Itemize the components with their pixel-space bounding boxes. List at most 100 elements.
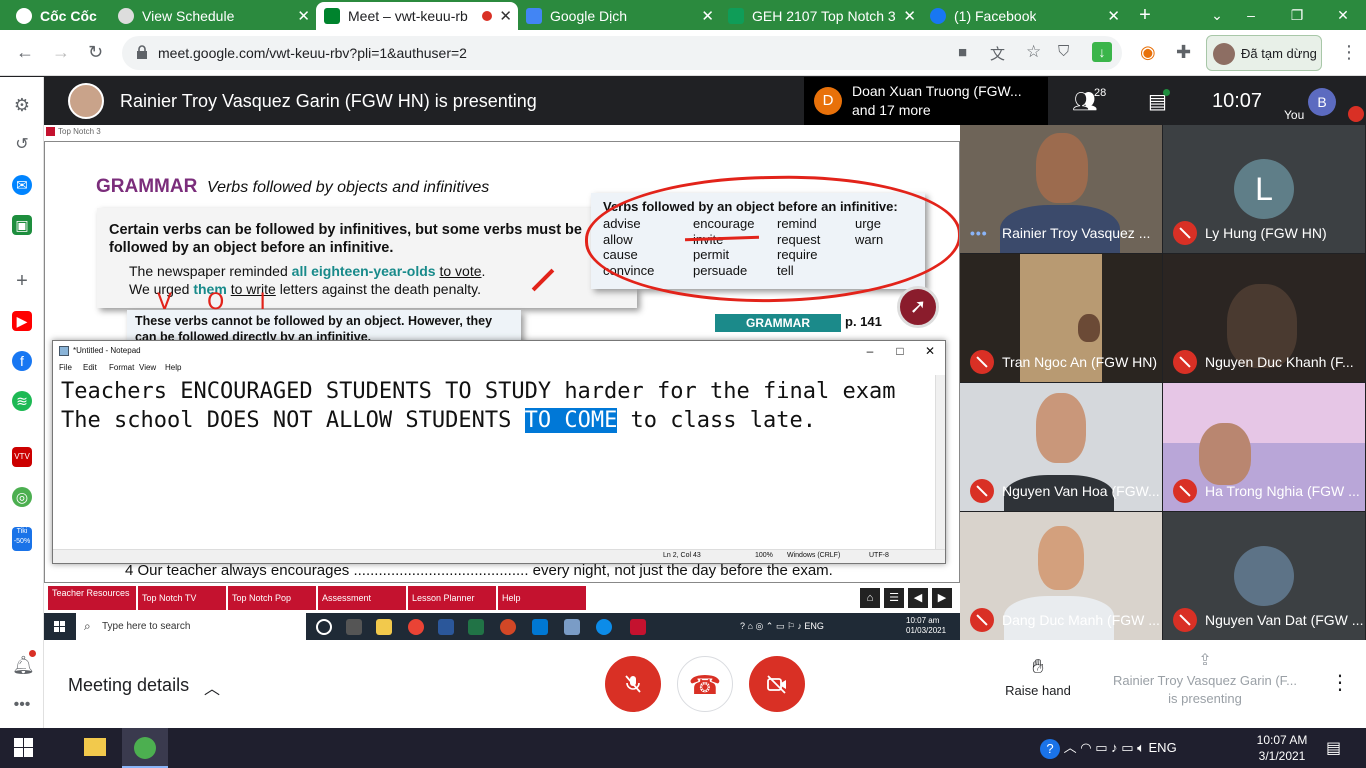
next-icon[interactable]: ▶ (932, 588, 952, 608)
camera-icon[interactable]: ■ (958, 44, 967, 61)
prev-icon[interactable]: ◀ (908, 588, 928, 608)
messenger-icon[interactable]: ✉ (12, 175, 32, 195)
profile-button[interactable]: Đã tạm dừng (1206, 35, 1322, 71)
add-icon[interactable]: + (12, 271, 32, 291)
close-icon[interactable]: ✕ (903, 7, 916, 25)
shield-icon[interactable]: ⛉ (1058, 43, 1069, 60)
notepad-text-area[interactable]: Teachers ENCOURAGED STUDENTS TO STUDY ha… (61, 377, 931, 435)
participant-tile[interactable]: Nguyen Van Hoa (FGW... (960, 383, 1162, 511)
minimize-button[interactable]: – (855, 341, 885, 361)
more-options-icon[interactable]: ••• (970, 225, 988, 241)
menu-edit[interactable]: Edit (83, 363, 97, 372)
facebook-icon[interactable]: f (12, 351, 32, 371)
bookmark-star-icon[interactable]: ☆ (1026, 42, 1041, 62)
menu-help[interactable]: Help (165, 363, 181, 372)
participant-tile[interactable]: Ha Trong Nghia (FGW ... (1163, 383, 1365, 511)
participant-tile[interactable]: Nguyen Duc Khanh (F... (1163, 254, 1365, 382)
mic-toggle-button[interactable] (605, 656, 661, 712)
lesson-planner-button[interactable]: Lesson Planner (408, 586, 496, 610)
maximize-button[interactable]: □ (885, 341, 915, 361)
close-icon[interactable]: ✕ (1107, 7, 1120, 25)
present-button[interactable]: ⇪ Rainier Troy Vasquez Garin (F... is pr… (1110, 652, 1300, 708)
game-icon[interactable]: ▣ (12, 215, 32, 235)
forward-icon[interactable]: → (52, 42, 70, 63)
mail-icon[interactable] (532, 619, 548, 635)
extensions-puzzle-icon[interactable]: ✚ (1176, 42, 1191, 63)
leave-call-button[interactable]: ☎ (677, 656, 733, 712)
close-window-button[interactable]: ✕ (1320, 0, 1366, 30)
back-icon[interactable]: ← (16, 42, 34, 63)
file-explorer-icon[interactable] (84, 738, 106, 756)
help-button[interactable]: Help (498, 586, 586, 610)
tab-meet[interactable]: Meet – vwt-keuu-rb ✕ (316, 2, 518, 30)
edge-icon[interactable] (596, 619, 612, 635)
restore-button[interactable]: ❐ (1274, 0, 1320, 30)
join-notification[interactable]: D Doan Xuan Truong (FGW... and 17 more (804, 77, 1048, 125)
tab-facebook[interactable]: (1) Facebook ✕ (922, 2, 1126, 30)
menu-file[interactable]: File (59, 363, 72, 372)
tab-view-schedule[interactable]: View Schedule ✕ (110, 2, 316, 30)
new-tab-button[interactable]: + (1122, 0, 1168, 30)
participant-tile[interactable]: Tran Ngoc An (FGW HN) (960, 254, 1162, 382)
notepad-scrollbar[interactable] (935, 375, 945, 549)
list-icon[interactable]: ☰ (884, 588, 904, 608)
coccoc-game-icon[interactable]: ◎ (12, 487, 32, 507)
cortana-icon[interactable] (316, 619, 332, 635)
file-explorer-icon[interactable] (376, 619, 392, 635)
chevron-up-icon[interactable]: ︿ (204, 675, 220, 699)
excel-icon[interactable] (468, 619, 484, 635)
top-notch-pop-button[interactable]: Top Notch Pop (228, 586, 316, 610)
meeting-details-button[interactable]: Meeting details (68, 675, 189, 696)
browser-brand[interactable]: Cốc Cốc (8, 2, 108, 30)
raise-hand-button[interactable]: ✋︎ Raise hand (1004, 656, 1072, 698)
notepad-icon[interactable] (564, 619, 580, 635)
spotify-icon[interactable]: ≋ (12, 391, 32, 411)
close-button[interactable]: ✕ (915, 341, 945, 361)
reload-icon[interactable]: ↻ (88, 42, 103, 63)
tiki-icon[interactable]: Tiki -50% (12, 527, 32, 551)
participant-tile[interactable]: Nguyen Van Dat (FGW ... (1163, 512, 1365, 640)
extension-coccoc-icon[interactable]: ◉ (1140, 42, 1156, 63)
close-icon[interactable]: ✕ (499, 7, 512, 25)
assessment-button[interactable]: Assessment (318, 586, 406, 610)
bell-icon[interactable]: 🔔︎ (12, 655, 35, 675)
tab-geh-2107[interactable]: GEH 2107 Top Notch 3 ✕ (720, 2, 922, 30)
close-icon[interactable]: ✕ (701, 7, 714, 25)
participant-tile[interactable]: L Ly Hung (FGW HN) (1163, 125, 1365, 253)
youtube-icon[interactable]: ▶ (12, 311, 32, 331)
address-bar[interactable]: meet.google.com/vwt-keuu-rbv?pli=1&authu… (122, 36, 1122, 70)
tab-google-dich[interactable]: Google Dịch ✕ (518, 2, 720, 30)
participant-tile[interactable]: ••• Rainier Troy Vasquez ... (960, 125, 1162, 253)
close-icon[interactable]: ✕ (297, 7, 310, 25)
menu-dots-icon[interactable]: ⋮ (1340, 42, 1358, 63)
chrome-icon[interactable] (408, 619, 424, 635)
menu-format[interactable]: Format (109, 363, 134, 372)
download-icon[interactable]: ↓ (1092, 42, 1112, 62)
arrow-icon[interactable]: ➚ (897, 286, 939, 328)
participant-tile[interactable]: Dang Duc Manh (FGW ... (960, 512, 1162, 640)
settings-gear-icon[interactable]: ⚙ (12, 95, 32, 115)
help-icon[interactable]: ? (1040, 738, 1060, 759)
translate-page-icon[interactable]: 文 (990, 43, 1005, 64)
task-view-icon[interactable] (346, 619, 362, 635)
top-notch-icon[interactable] (630, 619, 646, 635)
top-notch-tv-button[interactable]: Top Notch TV (138, 586, 226, 610)
notifications-icon[interactable]: ▤ (1326, 738, 1341, 758)
notification-avatar: D (814, 87, 842, 115)
vtv-icon[interactable]: VTV (12, 447, 32, 467)
history-icon[interactable]: ↺ (12, 135, 32, 155)
word-icon[interactable] (438, 619, 454, 635)
powerpoint-icon[interactable] (500, 619, 516, 635)
teacher-resources-button[interactable]: Teacher Resources (48, 586, 136, 610)
menu-view[interactable]: View (139, 363, 156, 372)
tray-icons[interactable]: ? ⌂ ◎ ⌃ ▭ ⚐ ♪ (740, 621, 804, 631)
remote-search-box[interactable]: ⌕ Type here to search (76, 613, 306, 640)
windows-start-icon[interactable] (54, 621, 66, 633)
windows-start-icon[interactable] (14, 738, 34, 758)
more-icon[interactable]: ••• (12, 695, 32, 715)
minimize-button[interactable]: – (1228, 0, 1274, 30)
home-icon[interactable]: ⌂ (860, 588, 880, 608)
camera-toggle-button[interactable] (749, 656, 805, 712)
tray-icons[interactable]: ︿ ◠ ▭ ♪ ▭ 🔈︎ (1064, 740, 1149, 755)
more-options-icon[interactable]: ⋮ (1330, 670, 1350, 695)
